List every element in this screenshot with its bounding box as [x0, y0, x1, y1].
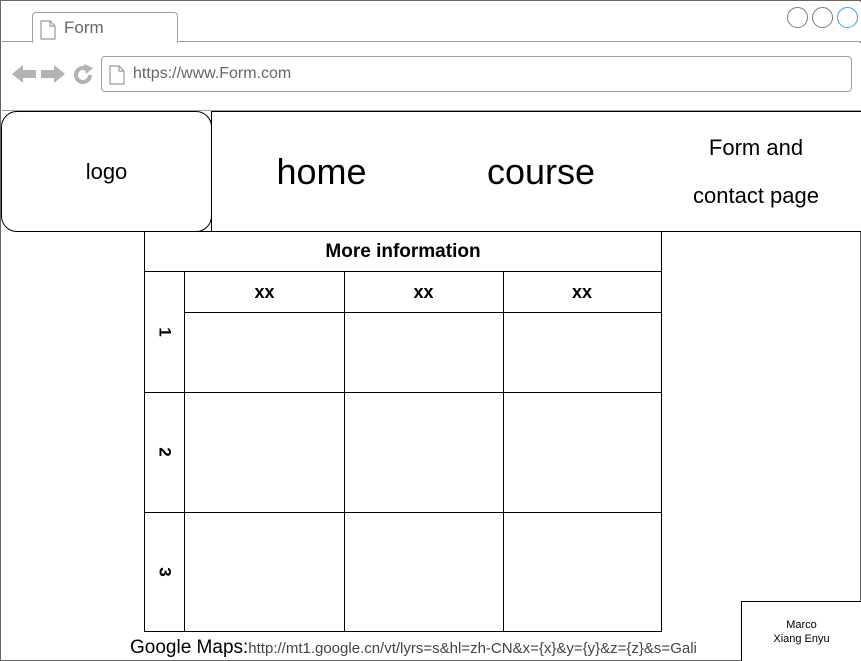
table-cell-r2-c3[interactable]: [503, 392, 661, 512]
arrow-left-icon[interactable]: [11, 63, 37, 90]
nav-course[interactable]: course: [431, 111, 652, 232]
nav-form-label-line2: contact page: [693, 182, 819, 208]
nav-home[interactable]: home: [211, 111, 432, 232]
column-header-2: xx: [413, 281, 434, 302]
table-cell-r3-c3[interactable]: [503, 512, 661, 631]
maps-label: Google Maps:: [130, 637, 249, 658]
tab-title: Form: [64, 18, 104, 37]
page-icon: [40, 20, 56, 45]
row-label-3: 3: [156, 567, 175, 577]
column-header-3: xx: [571, 281, 593, 302]
logo[interactable]: logo: [1, 111, 212, 232]
table-cell-r1-c3[interactable]: [503, 312, 661, 392]
url-bar[interactable]: https://www.Form.com: [101, 56, 852, 92]
url-text: https://www.Form.com: [133, 65, 292, 82]
credit-line-1: Marco: [786, 618, 817, 631]
table-cell-r2-c2[interactable]: [344, 392, 503, 512]
column-header-1: xx: [254, 281, 275, 302]
nav-home-label: home: [276, 150, 367, 192]
table-title: More information: [145, 232, 661, 272]
credit-line-2: Xiang Enyu: [773, 632, 830, 645]
reload-icon[interactable]: [71, 63, 95, 92]
table-cell-r3-c2[interactable]: [344, 512, 503, 631]
row-label-1: 1: [156, 327, 175, 337]
tab-bar: Form: [2, 2, 861, 43]
arrow-right-icon[interactable]: [40, 63, 66, 90]
table-title-text: More information: [325, 240, 481, 262]
browser-tab[interactable]: Form: [32, 12, 178, 43]
nav-course-label: course: [486, 150, 596, 192]
page-icon: [109, 65, 125, 90]
nav-form-label-line1: Form and: [708, 134, 804, 160]
maps-url: http://mt1.google.cn/vt/lyrs=s&hl=zh-CN&…: [248, 640, 697, 657]
credit-box: Marco Xiang Enyu: [741, 601, 861, 661]
info-table: More information 1 2 3 xx xx xx: [144, 231, 662, 632]
row-label-2: 2: [156, 447, 175, 457]
google-maps-link[interactable]: Google Maps:http://mt1.google.cn/vt/lyrs…: [130, 637, 697, 659]
table-cell-r2-c1[interactable]: [185, 392, 344, 512]
table-cell-r1-c1[interactable]: [185, 312, 344, 392]
window-button-3[interactable]: [837, 7, 858, 28]
window-button-1[interactable]: [787, 7, 808, 28]
window-button-2[interactable]: [812, 7, 833, 28]
nav-form-contact[interactable]: Form and contact page: [651, 111, 861, 232]
logo-label: logo: [85, 158, 128, 184]
address-toolbar: https://www.Form.com: [2, 43, 861, 111]
table-cell-r1-c2[interactable]: [344, 312, 503, 392]
table-cell-r3-c1[interactable]: [185, 512, 344, 631]
browser-window: Form https://www.Form.com logo home cour…: [0, 0, 861, 661]
